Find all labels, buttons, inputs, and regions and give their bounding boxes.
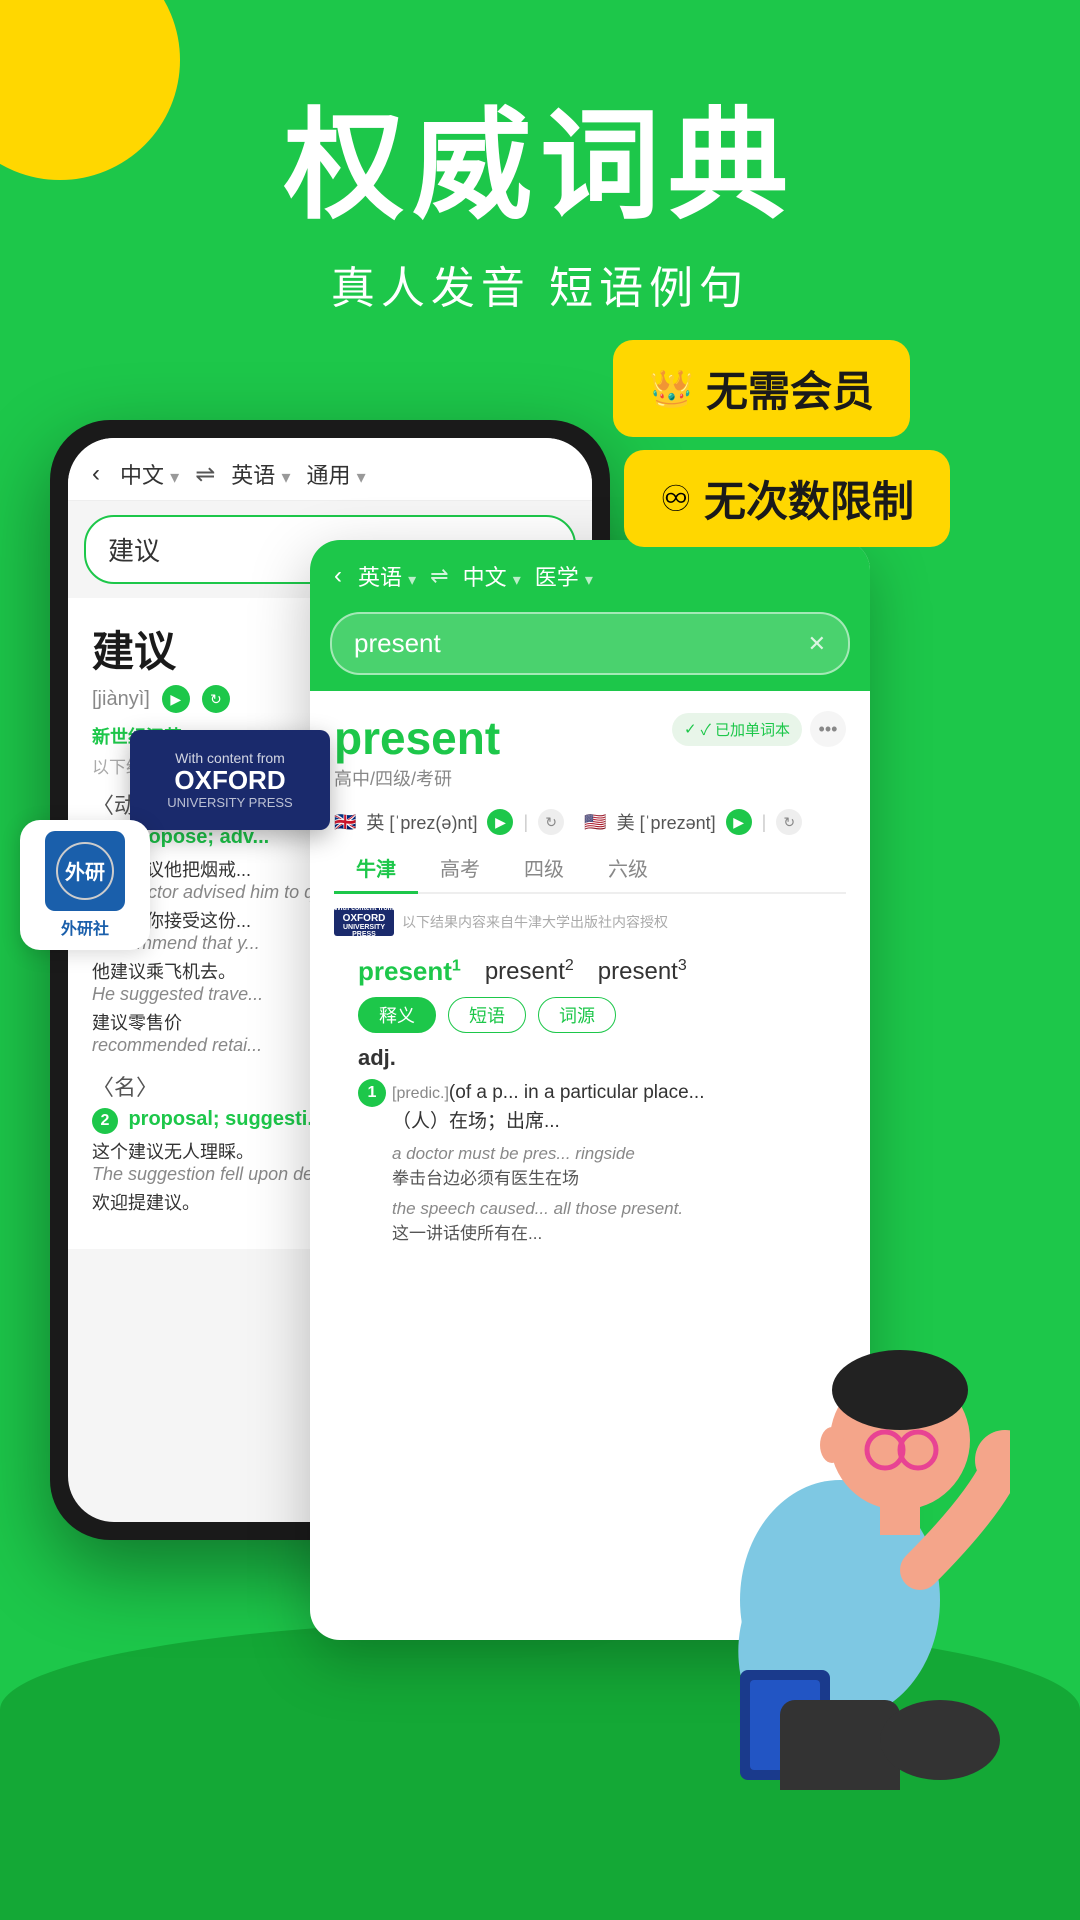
present-levels: 高中/四级/考研 <box>334 765 500 791</box>
card-nav: ‹ 英语 ▾ ⇌ 中文 ▾ 医学 ▾ <box>310 540 870 612</box>
badge-unlimited-label: 无次数限制 <box>704 468 914 529</box>
flag-uk-icon: 🇬🇧 <box>334 812 356 833</box>
tab-gaokao[interactable]: 高考 <box>418 843 502 892</box>
oxford-up-text: UNIVERSITY PRESS <box>160 795 300 810</box>
nav-mode[interactable]: 通用 ▾ <box>306 458 365 490</box>
present-variants: present1 present2 present3 <box>334 946 846 997</box>
chevron-down-icon: ▾ <box>170 467 179 487</box>
def-number-2: 2 <box>92 1108 118 1134</box>
card-nav-lang-from[interactable]: 英语 ▾ <box>358 560 416 592</box>
phone-nav: ‹ 中文 ▾ ⇌ 英语 ▾ 通用 ▾ <box>68 438 592 501</box>
mockup-area: 👑 无需会员 ♾ 无次数限制 ‹ 中文 ▾ ⇌ <box>50 340 1030 1840</box>
oxford-text: OXFORD <box>160 766 300 795</box>
tab-oxford[interactable]: 牛津 <box>334 843 418 892</box>
card-search-input[interactable]: present ✕ <box>330 612 850 675</box>
dictionary-tabs: 牛津 高考 四级 六级 <box>334 843 846 894</box>
main-title: 权威词典 <box>0 100 1080 232</box>
person-svg <box>670 1310 1010 1790</box>
def-text-1: [predic.](of a p... in a particular plac… <box>392 1079 705 1108</box>
checkmark-icon: ✓ <box>684 720 697 738</box>
chevron-down-icon-6: ▾ <box>585 572 593 589</box>
present-title: present <box>334 711 500 765</box>
infinity-icon: ♾ <box>660 478 692 520</box>
variant-2[interactable]: present2 <box>485 957 574 986</box>
chevron-down-icon-5: ▾ <box>513 572 521 589</box>
def-tags-row: 释义 短语 词源 <box>358 997 822 1033</box>
badge-no-member: 👑 无需会员 <box>613 340 910 437</box>
chevron-down-icon-4: ▾ <box>408 572 416 589</box>
nav-lang-from[interactable]: 中文 ▾ <box>120 458 179 490</box>
pos-adj: adj. <box>358 1045 822 1071</box>
card-nav-mode[interactable]: 医学 ▾ <box>535 560 593 592</box>
oxford-badge: With content from OXFORD UNIVERSITY PRES… <box>130 730 330 830</box>
swap-languages-button[interactable]: ⇌ <box>195 460 215 489</box>
added-to-vocab-badge: ✓ ✓ 已加单词本 <box>672 713 802 746</box>
back-button[interactable]: ‹ <box>92 460 100 488</box>
clear-search-button[interactable]: ✕ <box>808 631 826 657</box>
hero-section: 权威词典 真人发音 短语例句 <box>0 0 1080 316</box>
def-tag-yiyi[interactable]: 释义 <box>358 997 436 1033</box>
play-phonetic-button[interactable]: ▶ <box>162 685 190 713</box>
card-search-area: present ✕ <box>310 612 870 691</box>
def-en-2: proposal; suggesti... <box>128 1108 324 1130</box>
oxford-source-note: 以下结果内容来自牛津大学出版社内容授权 <box>402 912 668 932</box>
chevron-down-icon-2: ▾ <box>281 467 290 487</box>
play-uk-slow-button[interactable]: ↻ <box>538 809 564 835</box>
illustration-figure <box>670 1310 1050 1810</box>
def-tag-duanyu[interactable]: 短语 <box>448 997 526 1033</box>
play-us-slow-button[interactable]: ↻ <box>776 809 802 835</box>
badge-unlimited: ♾ 无次数限制 <box>624 450 950 547</box>
waiyan-logo-icon: 外研 <box>55 841 115 901</box>
waiyan-badge: 外研 外研社 <box>20 820 150 950</box>
phonetics-row: 🇬🇧 英 [ˈprez(ə)nt] ▶ | ↻ 🇺🇸 美 [ˈprezənt] … <box>334 809 846 835</box>
oxford-watermark: With content fromOXFORDUNIVERSITY PRESS … <box>334 902 846 942</box>
def-example-zh-1: 拳击台边必须有医生在场 <box>358 1164 822 1189</box>
def-example-zh-2: 这一讲话使所有在... <box>358 1219 822 1244</box>
card-nav-lang-to[interactable]: 中文 ▾ <box>463 560 521 592</box>
word-present-section: present 高中/四级/考研 ✓ ✓ 已加单词本 ••• 🇬🇧 英 [ˈpr… <box>310 691 870 1264</box>
def-example-en-2: the speech caused... all those present. <box>358 1199 822 1219</box>
variant-3[interactable]: present3 <box>598 957 687 986</box>
card-back-button[interactable]: ‹ <box>334 562 342 590</box>
oxford-with-content: With content from <box>160 750 300 766</box>
def-tag-ciyuan[interactable]: 词源 <box>538 997 616 1033</box>
variant-1[interactable]: present1 <box>358 956 461 987</box>
chevron-down-icon-3: ▾ <box>357 467 366 487</box>
play-uk-button[interactable]: ▶ <box>487 809 513 835</box>
badge-no-member-label: 无需会员 <box>706 358 874 419</box>
svg-text:外研: 外研 <box>65 860 105 884</box>
def-text-1-zh: （人）在场；出席... <box>392 1108 705 1137</box>
word-def-section: 释义 短语 词源 adj. 1 [predic.](of a p... in a… <box>334 997 846 1244</box>
oxford-small-logo-icon: With content fromOXFORDUNIVERSITY PRESS <box>334 908 394 936</box>
card-swap-button[interactable]: ⇌ <box>430 563 448 589</box>
nav-tabs: 中文 ▾ ⇌ 英语 ▾ 通用 ▾ <box>120 458 366 490</box>
tab-cet6[interactable]: 六级 <box>586 843 670 892</box>
subtitle: 真人发音 短语例句 <box>0 252 1080 316</box>
waiyan-badge-text: 外研社 <box>61 915 109 939</box>
def-num-1: 1 <box>358 1079 386 1107</box>
def-example-en-1: a doctor must be pres... ringside <box>358 1144 822 1164</box>
crown-icon: 👑 <box>649 368 694 410</box>
more-options-button[interactable]: ••• <box>810 711 846 747</box>
flag-us-icon: 🇺🇸 <box>584 812 606 833</box>
play-phonetic-2-button[interactable]: ↻ <box>202 685 230 713</box>
tab-cet4[interactable]: 四级 <box>502 843 586 892</box>
play-us-button[interactable]: ▶ <box>726 809 752 835</box>
def-row-1: 1 [predic.](of a p... in a particular pl… <box>358 1079 822 1136</box>
nav-lang-to[interactable]: 英语 ▾ <box>231 458 290 490</box>
card-nav-tabs: 英语 ▾ ⇌ 中文 ▾ 医学 ▾ <box>358 560 593 592</box>
